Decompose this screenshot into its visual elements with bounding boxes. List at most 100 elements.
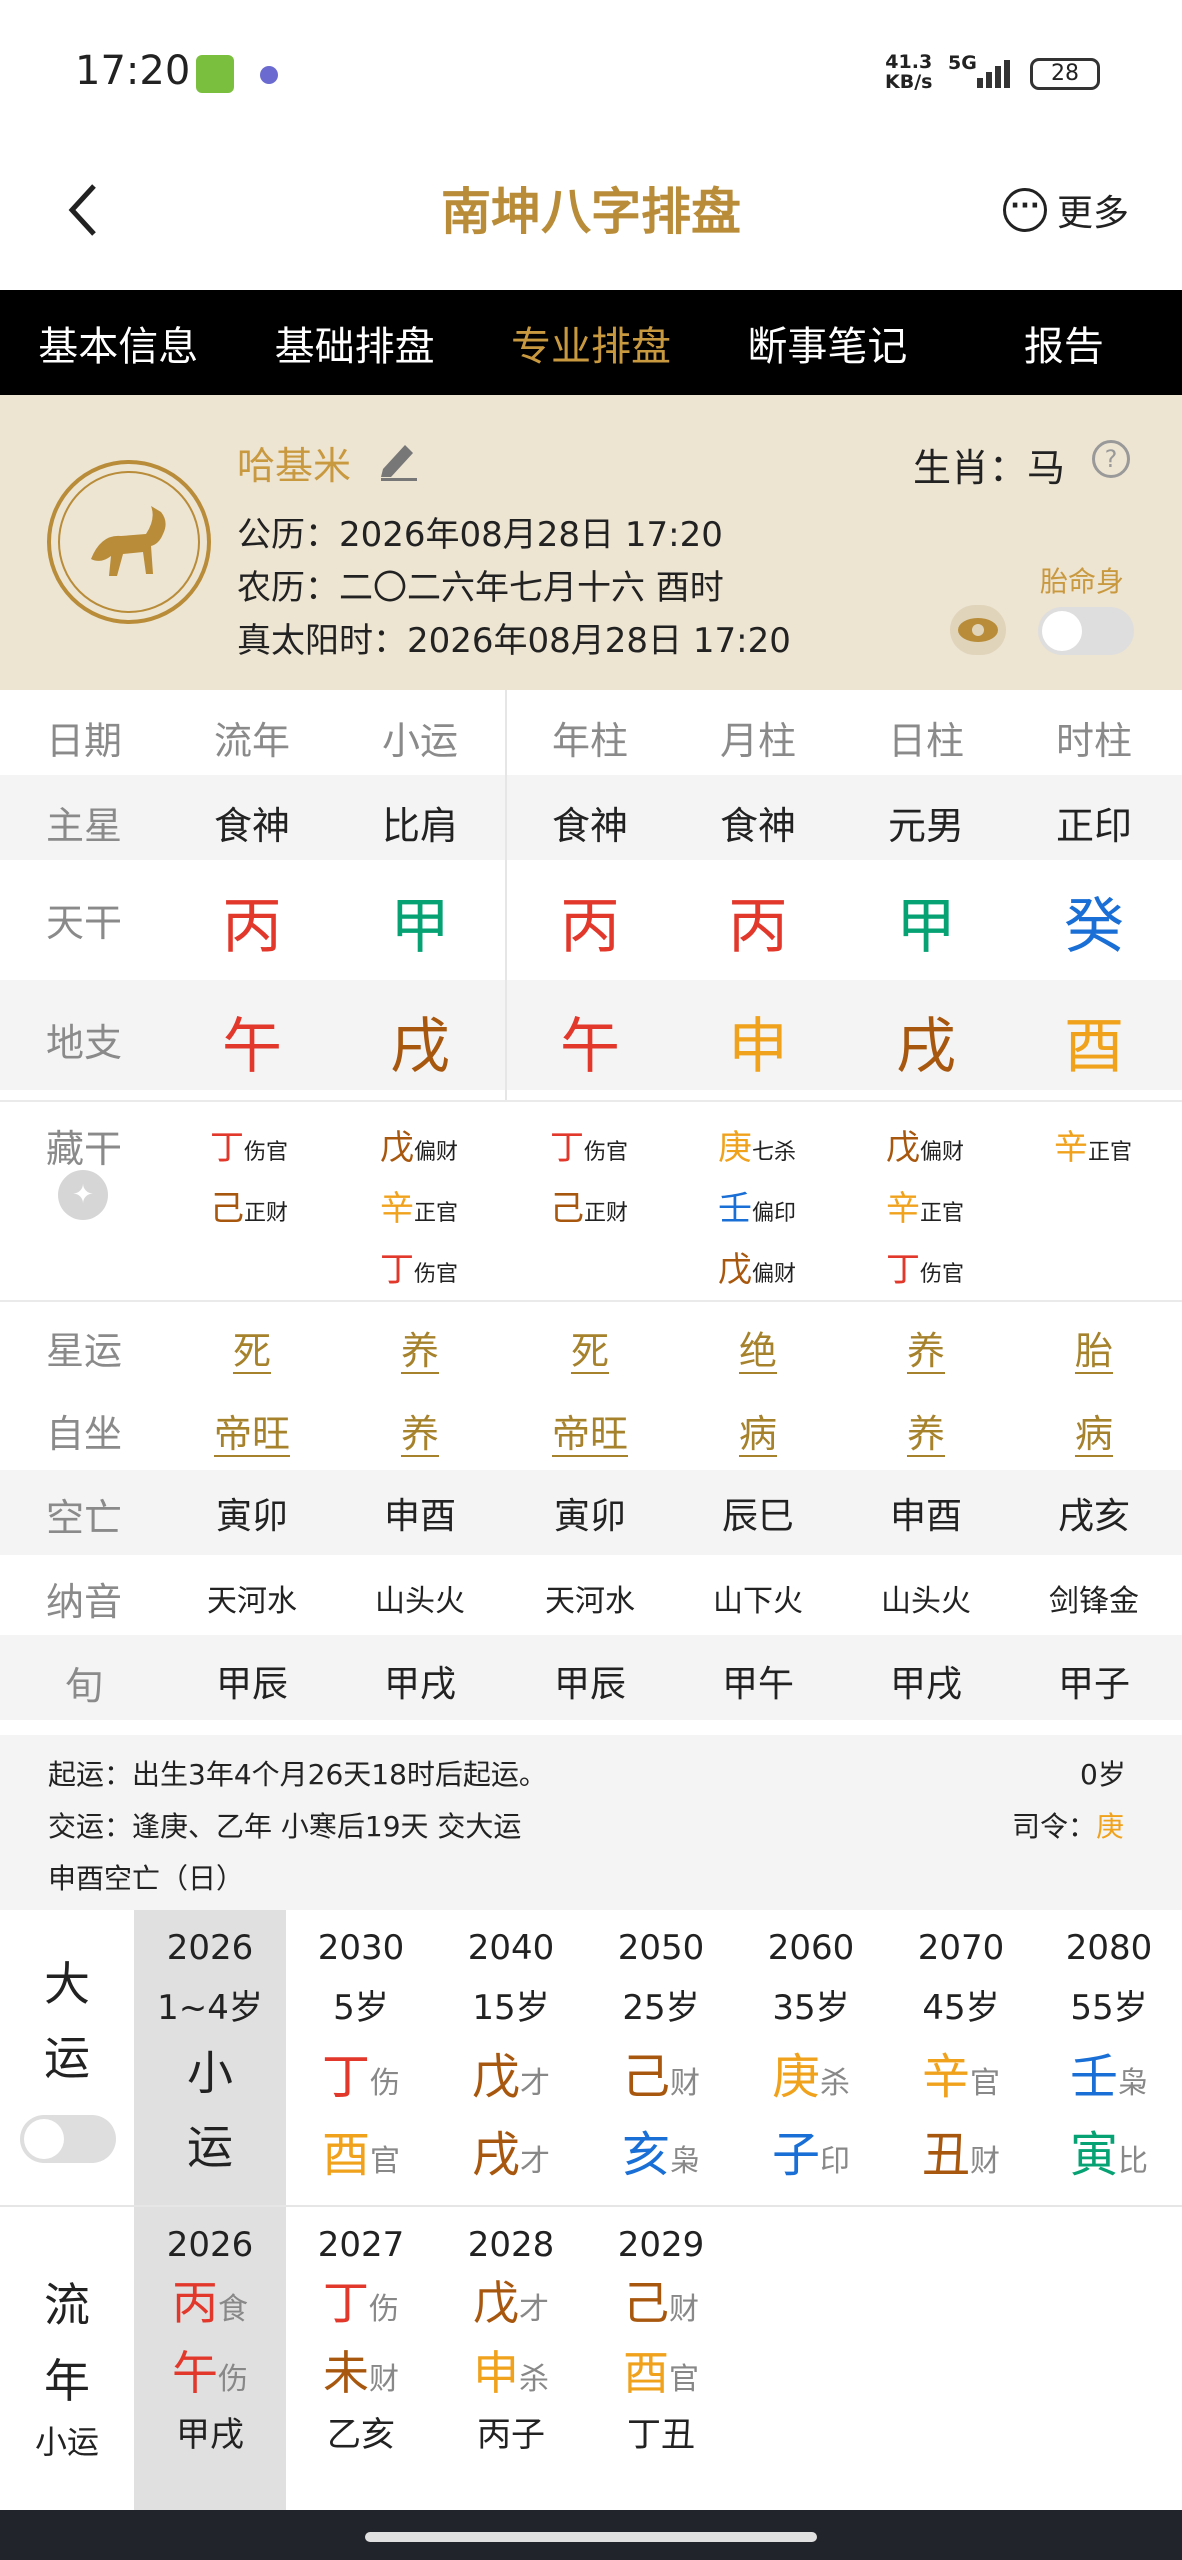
more-button[interactable]: ··· 更多 xyxy=(1003,185,1129,235)
kongwang-cell: 戌亥 xyxy=(1057,1496,1130,1537)
dayun-item[interactable]: 2030 5岁 丁伤 酉官 xyxy=(286,1910,436,2185)
main-star-cell: 正印 xyxy=(1055,804,1132,848)
xun-cell: 甲辰 xyxy=(215,1664,288,1705)
title-bar: 南坤八字排盘 ··· 更多 xyxy=(0,150,1182,290)
canggan-col-month: 庚七杀 壬偏印 戊偏财 xyxy=(718,1128,797,1290)
kongwang-cell: 申酉 xyxy=(889,1496,962,1537)
taiming-toggle[interactable] xyxy=(1038,607,1134,655)
tab-bar: 基本信息 基础排盘 专业排盘 断事笔记 报告 xyxy=(0,290,1182,395)
row-label-canggan: 藏干 xyxy=(45,1127,122,1171)
liunian-label-3: 小运 xyxy=(34,2423,99,2461)
zodiac-label: 生肖：马 xyxy=(913,446,1066,490)
xun-cell: 甲戌 xyxy=(383,1664,456,1705)
profile-card: 哈基米 生肖：马 ? 公历：2026年08月28日 17:20 农历：二〇二六年… xyxy=(0,395,1182,690)
header-day-pillar: 日柱 xyxy=(887,719,964,763)
xingyun-cell[interactable]: 养 xyxy=(401,1329,439,1373)
taiming-label: 胎命身 xyxy=(1040,565,1125,598)
nayin-cell: 剑锋金 xyxy=(1049,1584,1139,1619)
zizuo-cell[interactable]: 养 xyxy=(907,1412,945,1456)
xingyun-cell[interactable]: 死 xyxy=(571,1329,609,1373)
dayun-label-1: 大 xyxy=(44,1957,90,2011)
dayun-section: 大 运 2026 1~4岁 小 运 2030 5岁 丁伤 酉官 2040 15岁… xyxy=(0,1910,1182,2207)
dayun-label-2: 运 xyxy=(44,2031,90,2085)
dizhi-cell: 戌 xyxy=(896,1012,956,1082)
tab-pro-chart[interactable]: 专业排盘 xyxy=(473,314,709,372)
tab-basic-info[interactable]: 基本信息 xyxy=(0,314,236,372)
nayin-cell: 山头火 xyxy=(881,1584,971,1619)
edit-icon[interactable] xyxy=(375,435,421,481)
network-type: 5G xyxy=(948,52,977,74)
zizuo-cell[interactable]: 帝旺 xyxy=(214,1412,290,1456)
dizhi-cell: 申 xyxy=(728,1012,788,1082)
canggan-col-liunian: 丁伤官 己正财 xyxy=(210,1128,289,1229)
tiangan-cell: 丙 xyxy=(728,892,788,962)
nayin-cell: 山下火 xyxy=(713,1584,803,1619)
zodiac-value: 马 xyxy=(1027,446,1066,490)
dayun-item[interactable]: 2060 35岁 庚杀 子印 xyxy=(736,1910,886,2185)
dayun-item[interactable]: 2050 25岁 己财 亥枭 xyxy=(586,1910,736,2185)
liunian-label-2: 年 xyxy=(44,2354,90,2408)
xun-cell: 甲子 xyxy=(1057,1664,1130,1705)
kongwang-cell: 寅卯 xyxy=(215,1496,288,1537)
header-liunian: 流年 xyxy=(213,719,290,763)
liunian-item[interactable]: 2026 丙食 午伤 甲戌 xyxy=(134,2207,286,2456)
help-icon[interactable]: ? xyxy=(1092,440,1130,478)
pin-icon[interactable]: ✦ xyxy=(58,1170,108,1220)
jiaoyun-text: 交运：逢庚、乙年 小寒后19天 交大运 xyxy=(48,1810,522,1843)
solar-date: 公历：2026年08月28日 17:20 xyxy=(237,515,723,555)
liunian-label-1: 流 xyxy=(44,2278,90,2332)
main-star-cell: 食神 xyxy=(719,804,796,848)
tiangan-cell: 癸 xyxy=(1064,892,1124,962)
header-xiaoyun: 小运 xyxy=(381,719,458,763)
liunian-item[interactable]: 2029 己财 酉官 丁丑 xyxy=(586,2207,736,2456)
liunian-item[interactable]: 2027 丁伤 未财 乙亥 xyxy=(286,2207,436,2456)
kongwang-cell: 寅卯 xyxy=(553,1496,626,1537)
siling: 司令：庚 xyxy=(1012,1810,1125,1843)
dizhi-cell: 午 xyxy=(222,1012,282,1082)
xingyun-cell[interactable]: 养 xyxy=(907,1329,945,1373)
row-label-xun: 旬 xyxy=(64,1664,103,1708)
row-label-dizhi: 地支 xyxy=(45,1021,122,1065)
xingyun-cell[interactable]: 死 xyxy=(233,1329,271,1373)
app-notification-icon xyxy=(196,55,234,93)
dayun-item[interactable]: 2026 1~4岁 小 运 xyxy=(134,1910,286,2177)
zizuo-cell[interactable]: 病 xyxy=(1075,1412,1113,1456)
true-solar-time: 真太阳时：2026年08月28日 17:20 xyxy=(237,621,791,661)
tab-basic-chart[interactable]: 基础排盘 xyxy=(236,314,472,372)
row-label-main-star: 主星 xyxy=(45,804,122,848)
zizuo-cell[interactable]: 帝旺 xyxy=(552,1412,628,1456)
net-speed: 41.3 KB/s xyxy=(885,51,933,93)
more-icon: ··· xyxy=(1003,188,1047,232)
xingyun-cell[interactable]: 胎 xyxy=(1075,1329,1113,1373)
dayun-item[interactable]: 2080 55岁 壬枭 寅比 xyxy=(1036,1910,1182,2185)
tab-report[interactable]: 报告 xyxy=(946,314,1182,372)
main-star-cell: 食神 xyxy=(551,804,628,848)
row-label-kongwang: 空亡 xyxy=(45,1496,122,1540)
xingyun-cell[interactable]: 绝 xyxy=(739,1329,777,1373)
dayun-item[interactable]: 2040 15岁 戊才 戌才 xyxy=(436,1910,586,2185)
dayun-item[interactable]: 2070 45岁 辛官 丑财 xyxy=(886,1910,1036,2185)
dizhi-cell: 戌 xyxy=(390,1012,450,1082)
tiangan-cell: 丙 xyxy=(222,892,282,962)
zizuo-cell[interactable]: 病 xyxy=(739,1412,777,1456)
dayun-toggle[interactable] xyxy=(20,2115,116,2163)
dizhi-cell: 酉 xyxy=(1064,1012,1124,1082)
tab-notes[interactable]: 断事笔记 xyxy=(709,314,945,372)
signal-icon xyxy=(975,58,1017,88)
header-date: 日期 xyxy=(45,719,122,763)
canggan-col-hour: 辛正官 xyxy=(1054,1128,1133,1168)
status-bar: 17:20 41.3 KB/s 5G 28 xyxy=(0,0,1182,150)
row-label-tiangan: 天干 xyxy=(45,901,122,945)
dizhi-cell: 午 xyxy=(560,1012,620,1082)
liunian-item[interactable]: 2028 戊才 申杀 丙子 xyxy=(436,2207,586,2456)
status-time: 17:20 xyxy=(75,48,191,94)
qiyun-text: 起运：出生3年4个月26天18时后起运。 xyxy=(48,1758,547,1791)
row-label-zizuo: 自坐 xyxy=(45,1412,122,1456)
zizuo-cell[interactable]: 养 xyxy=(401,1412,439,1456)
eye-icon[interactable] xyxy=(950,605,1006,655)
chart-table: 日期 流年 小运 年柱 月柱 日柱 时柱 主星 食神 比肩 食神 食神 元男 正… xyxy=(0,690,1182,1720)
header-hour-pillar: 时柱 xyxy=(1055,719,1132,763)
tiangan-cell: 甲 xyxy=(896,892,956,962)
home-indicator[interactable] xyxy=(365,2532,817,2542)
liunian-section: 流 年 小运 2026 丙食 午伤 甲戌 2027 丁伤 未财 乙亥 2028 … xyxy=(0,2207,1182,2510)
